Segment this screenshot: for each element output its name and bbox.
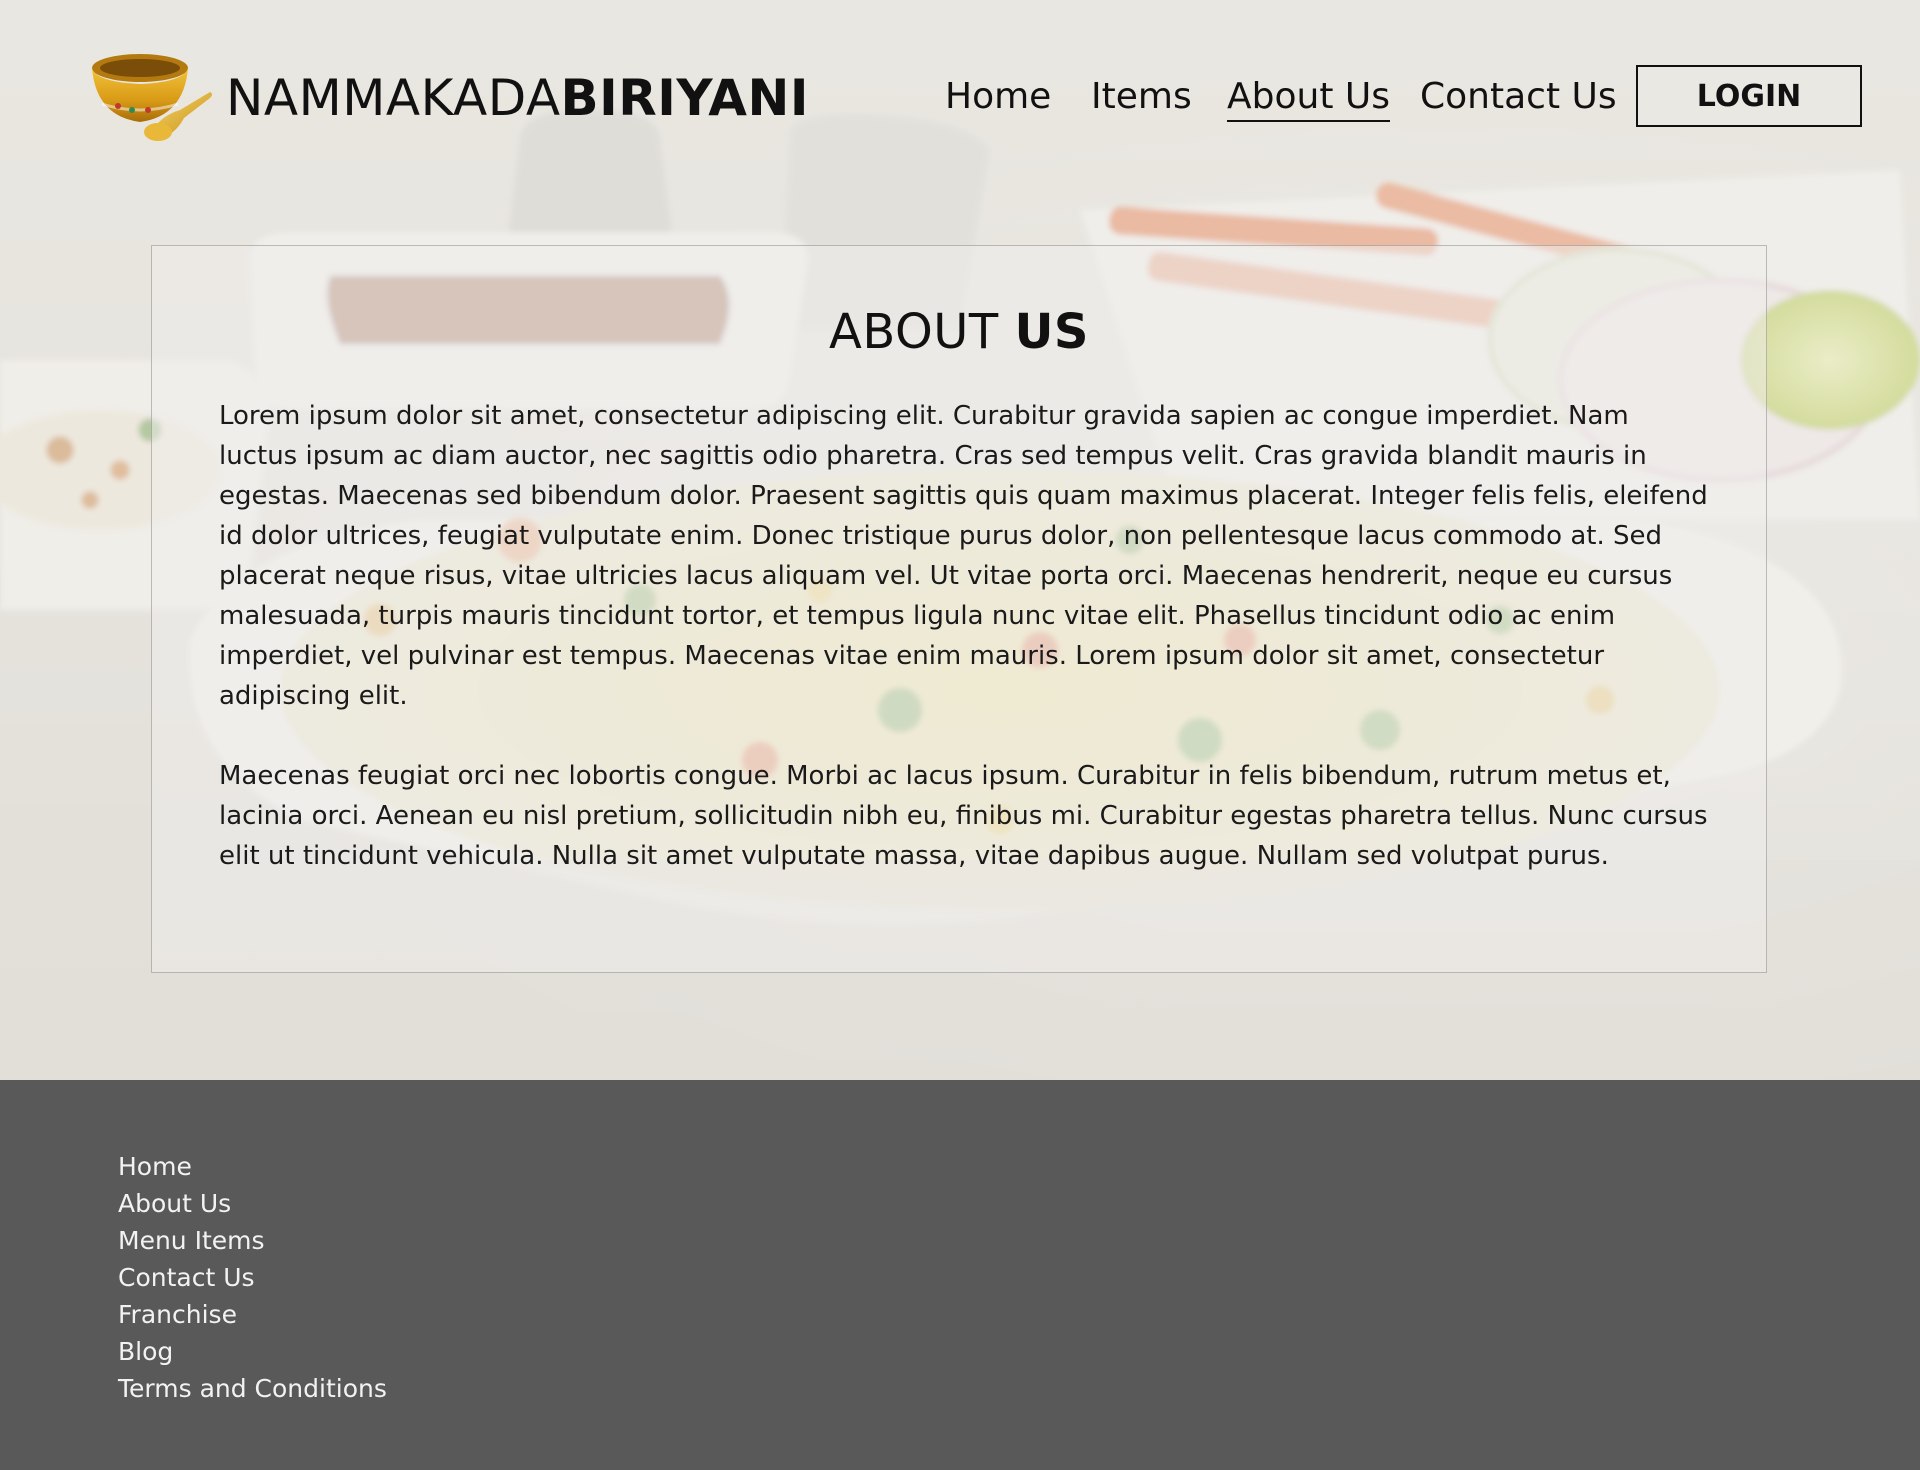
footer-link-blog[interactable]: Blog	[118, 1333, 387, 1370]
about-paragraph-1: Lorem ipsum dolor sit amet, consectetur …	[219, 401, 1708, 711]
about-paragraph-2: Maecenas feugiat orci nec lobortis congu…	[219, 761, 1708, 871]
footer-link-franchise[interactable]: Franchise	[118, 1296, 387, 1333]
about-us-card: ABOUT US Lorem ipsum dolor sit amet, con…	[151, 245, 1767, 973]
footer-link-home[interactable]: Home	[118, 1148, 387, 1185]
site-footer: Home About Us Menu Items Contact Us Fran…	[0, 1080, 1920, 1470]
footer-link-contact-us[interactable]: Contact Us	[118, 1259, 387, 1296]
nav-about-us-link[interactable]: About Us	[1227, 74, 1390, 122]
footer-links: Home About Us Menu Items Contact Us Fran…	[118, 1148, 387, 1407]
heading-light: ABOUT	[829, 304, 1015, 360]
about-us-heading: ABOUT US	[152, 304, 1766, 360]
footer-link-terms[interactable]: Terms and Conditions	[118, 1370, 387, 1407]
footer-link-about-us[interactable]: About Us	[118, 1185, 387, 1222]
nav-items-link[interactable]: Items	[1091, 74, 1192, 120]
heading-bold: US	[1014, 304, 1089, 360]
login-button[interactable]: LOGIN	[1636, 65, 1862, 127]
nav-contact-us-link[interactable]: Contact Us	[1420, 74, 1617, 120]
about-us-body: Lorem ipsum dolor sit amet, consectetur …	[219, 396, 1709, 916]
main-nav: Home Items About Us Contact Us	[0, 74, 1920, 124]
footer-link-menu-items[interactable]: Menu Items	[118, 1222, 387, 1259]
site-header: NAMMAKADABIRIYANI Home Items About Us Co…	[0, 0, 1920, 200]
nav-home-link[interactable]: Home	[945, 74, 1051, 120]
